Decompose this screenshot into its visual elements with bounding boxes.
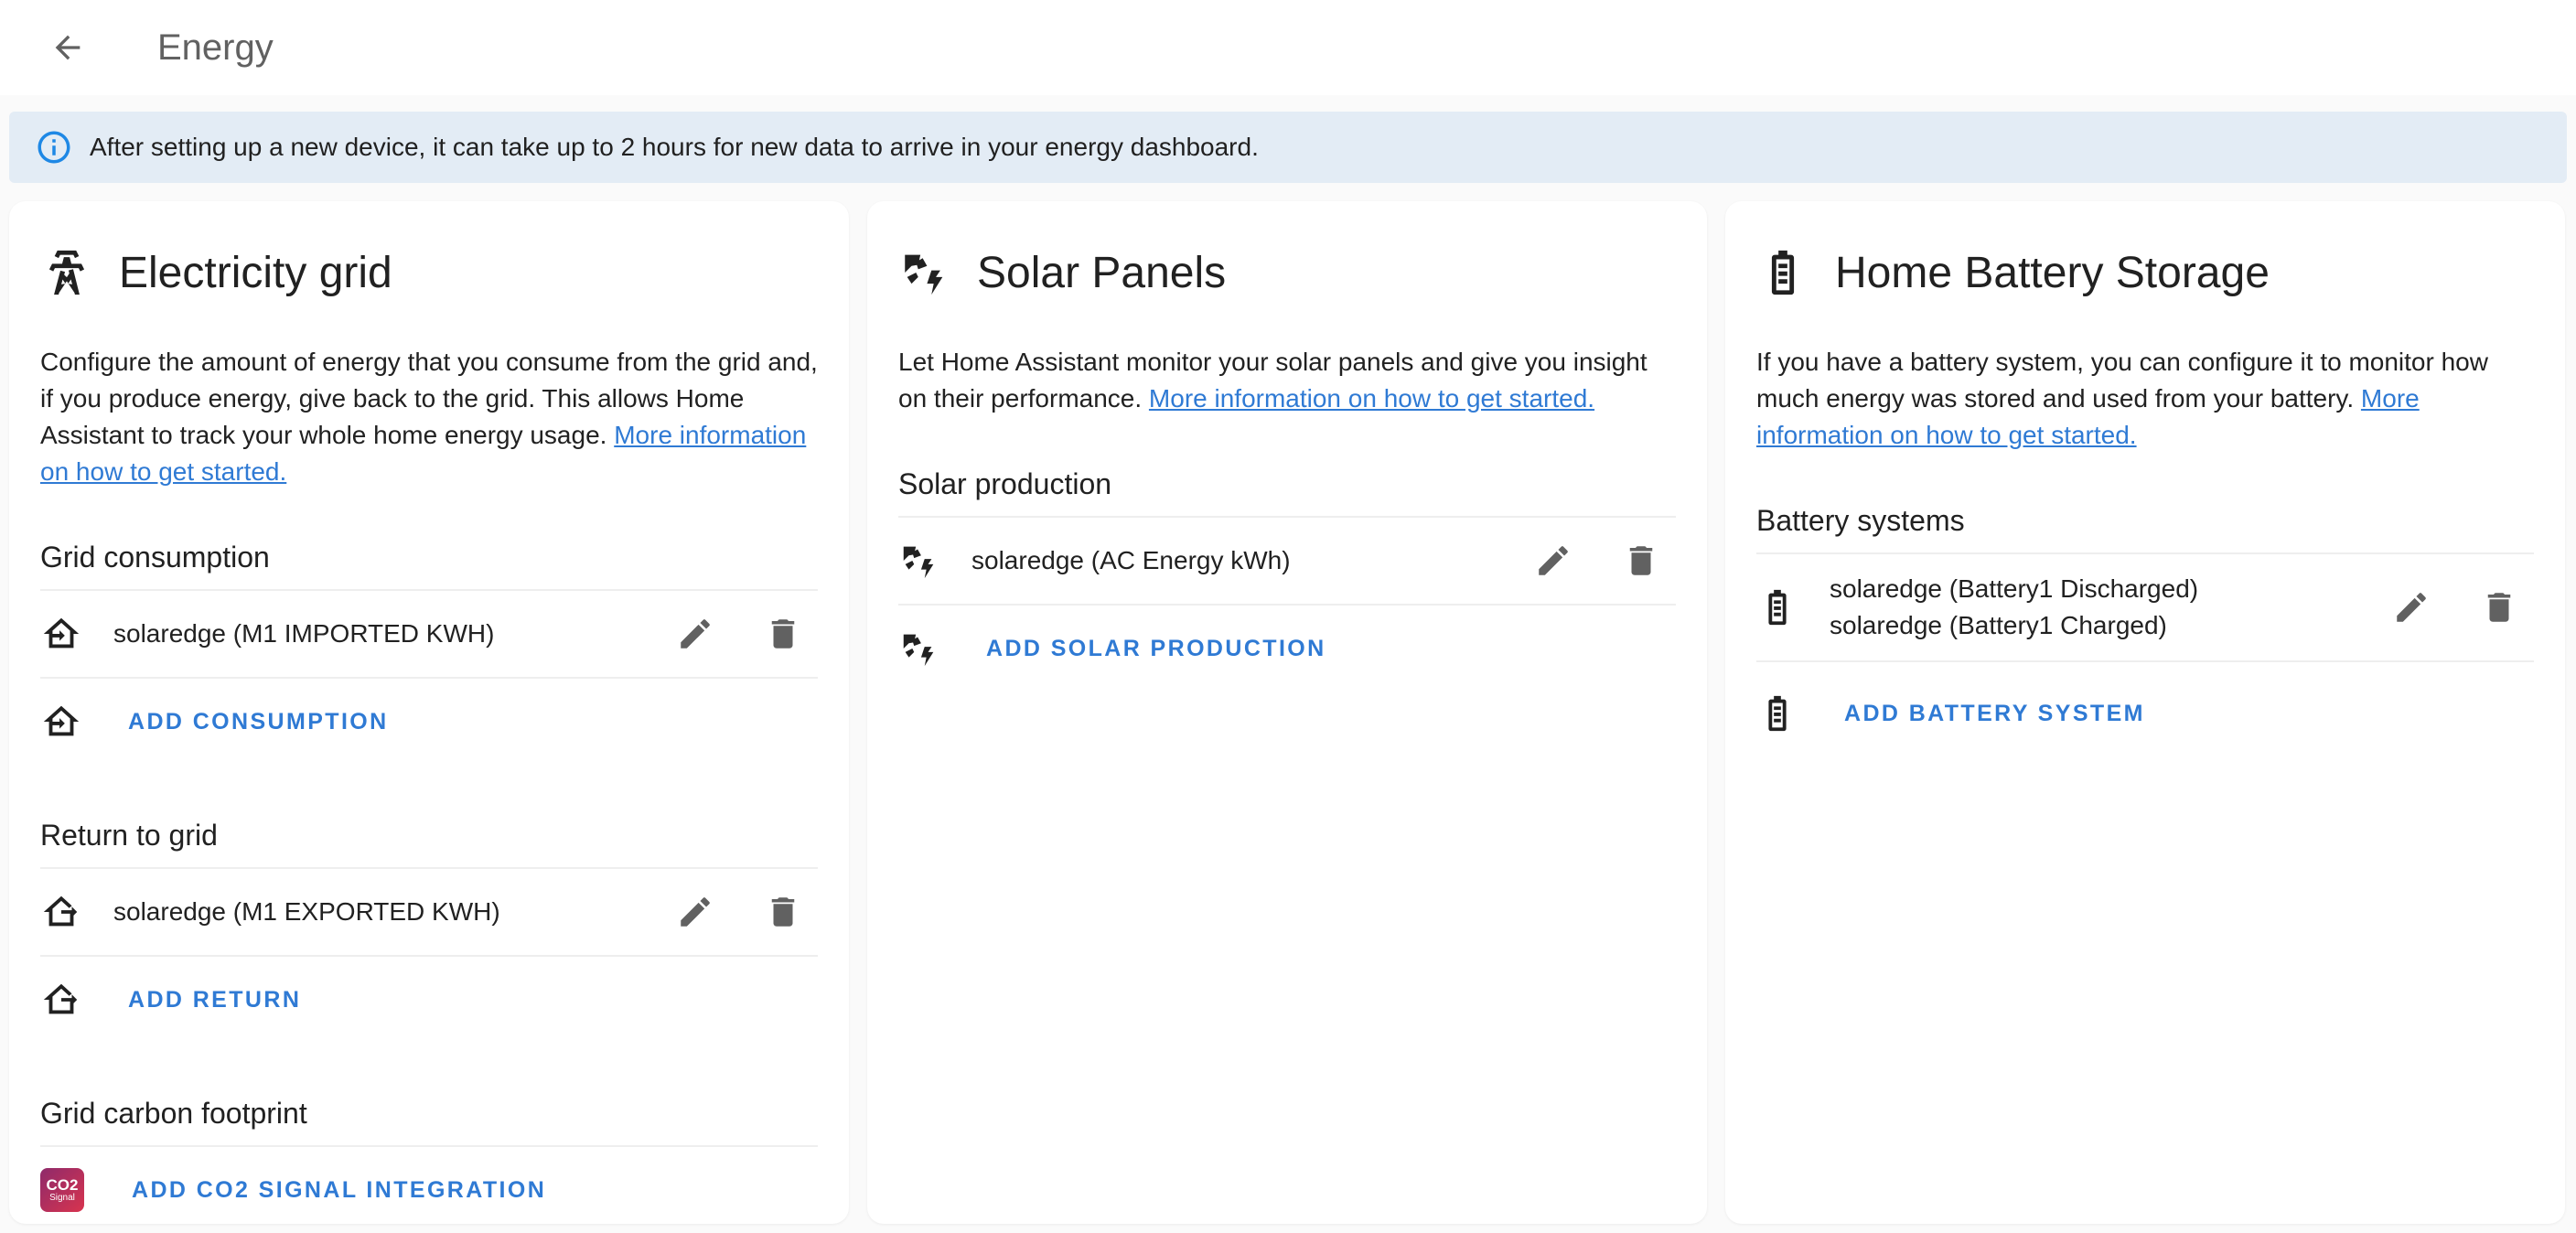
battery-icon bbox=[1756, 586, 1798, 628]
solar-power-icon bbox=[898, 627, 940, 670]
pencil-icon bbox=[2397, 593, 2426, 622]
add-consumption-button[interactable]: ADD CONSUMPTION bbox=[128, 709, 389, 735]
solar-power-icon bbox=[898, 540, 940, 582]
arrow-left-icon bbox=[55, 35, 80, 60]
battery-icon bbox=[1756, 246, 1809, 299]
add-consumption-row: ADD CONSUMPTION bbox=[40, 677, 818, 765]
battery-discharged-source: solaredge (Battery1 Discharged) bbox=[1830, 574, 2199, 603]
delete-button[interactable] bbox=[761, 890, 805, 934]
card-description: If you have a battery system, you can co… bbox=[1756, 344, 2534, 454]
list-item: solaredge (AC Energy kWh) bbox=[898, 516, 1676, 604]
card-description: Let Home Assistant monitor your solar pa… bbox=[898, 344, 1676, 417]
co2-signal-logo-icon: CO2 Signal bbox=[40, 1168, 84, 1212]
solar-panels-card: Solar Panels Let Home Assistant monitor … bbox=[867, 201, 1707, 1224]
section-title-grid-consumption: Grid consumption bbox=[40, 541, 270, 574]
home-import-icon bbox=[40, 613, 82, 655]
home-battery-card: Home Battery Storage If you have a batte… bbox=[1725, 201, 2565, 1224]
battery-icon bbox=[1756, 692, 1798, 734]
card-title: Electricity grid bbox=[119, 248, 392, 297]
alert-text: After setting up a new device, it can ta… bbox=[90, 133, 1259, 161]
consumption-source: solaredge (M1 IMPORTED KWH) bbox=[113, 619, 495, 648]
co2-logo-subtext: Signal bbox=[49, 1193, 75, 1203]
back-button[interactable] bbox=[42, 22, 93, 73]
add-return-button[interactable]: ADD RETURN bbox=[128, 987, 301, 1013]
pencil-icon bbox=[1539, 546, 1568, 575]
info-icon bbox=[35, 128, 73, 166]
edit-button[interactable] bbox=[1531, 539, 1575, 583]
section-title-grid-carbon-footprint: Grid carbon footprint bbox=[40, 1097, 307, 1130]
add-battery-system-button[interactable]: ADD BATTERY SYSTEM bbox=[1844, 701, 2145, 727]
top-app-bar: Energy bbox=[0, 0, 2576, 95]
section-title-return-to-grid: Return to grid bbox=[40, 819, 218, 852]
add-solar-production-button[interactable]: ADD SOLAR PRODUCTION bbox=[986, 636, 1326, 662]
card-title: Home Battery Storage bbox=[1835, 248, 2270, 297]
add-battery-row: ADD BATTERY SYSTEM bbox=[1756, 660, 2534, 765]
card-description: Configure the amount of energy that you … bbox=[40, 344, 818, 490]
trash-icon bbox=[771, 897, 795, 927]
delete-button[interactable] bbox=[761, 612, 805, 656]
home-export-icon bbox=[40, 891, 82, 933]
delete-button[interactable] bbox=[2477, 585, 2521, 629]
section-title-solar-production: Solar production bbox=[898, 467, 1112, 500]
page-title: Energy bbox=[157, 27, 274, 68]
electricity-grid-card: Electricity grid Configure the amount of… bbox=[9, 201, 849, 1224]
solar-power-icon bbox=[898, 246, 951, 299]
delete-button[interactable] bbox=[1619, 539, 1663, 583]
edit-button[interactable] bbox=[2389, 585, 2433, 629]
trash-icon bbox=[771, 619, 795, 649]
pencil-icon bbox=[681, 897, 710, 927]
return-source: solaredge (M1 EXPORTED KWH) bbox=[113, 897, 500, 926]
more-info-link[interactable]: More information on how to get started. bbox=[1149, 384, 1594, 413]
section-title-battery-systems: Battery systems bbox=[1756, 504, 1965, 537]
add-co2-row: CO2 Signal ADD CO2 SIGNAL INTEGRATION bbox=[40, 1145, 818, 1233]
home-import-icon bbox=[40, 701, 82, 743]
list-item: solaredge (M1 IMPORTED KWH) bbox=[40, 589, 818, 677]
co2-logo-text: CO2 bbox=[46, 1176, 79, 1194]
edit-button[interactable] bbox=[673, 890, 717, 934]
pencil-icon bbox=[681, 619, 710, 649]
battery-charged-source: solaredge (Battery1 Charged) bbox=[1830, 611, 2167, 639]
list-item: solaredge (M1 EXPORTED KWH) bbox=[40, 867, 818, 955]
edit-button[interactable] bbox=[673, 612, 717, 656]
add-return-row: ADD RETURN bbox=[40, 955, 818, 1043]
add-solar-row: ADD SOLAR PRODUCTION bbox=[898, 604, 1676, 692]
transmission-tower-icon bbox=[40, 246, 93, 299]
trash-icon bbox=[2487, 593, 2511, 622]
list-item: solaredge (Battery1 Discharged) solaredg… bbox=[1756, 552, 2534, 660]
info-alert: After setting up a new device, it can ta… bbox=[9, 112, 2567, 183]
trash-icon bbox=[1629, 546, 1653, 575]
battery-source: solaredge (Battery1 Discharged) solaredg… bbox=[1830, 571, 2389, 644]
home-export-icon bbox=[40, 979, 82, 1021]
card-title: Solar Panels bbox=[977, 248, 1227, 297]
solar-source: solaredge (AC Energy kWh) bbox=[971, 546, 1291, 574]
add-co2-signal-button[interactable]: ADD CO2 SIGNAL INTEGRATION bbox=[132, 1177, 546, 1204]
